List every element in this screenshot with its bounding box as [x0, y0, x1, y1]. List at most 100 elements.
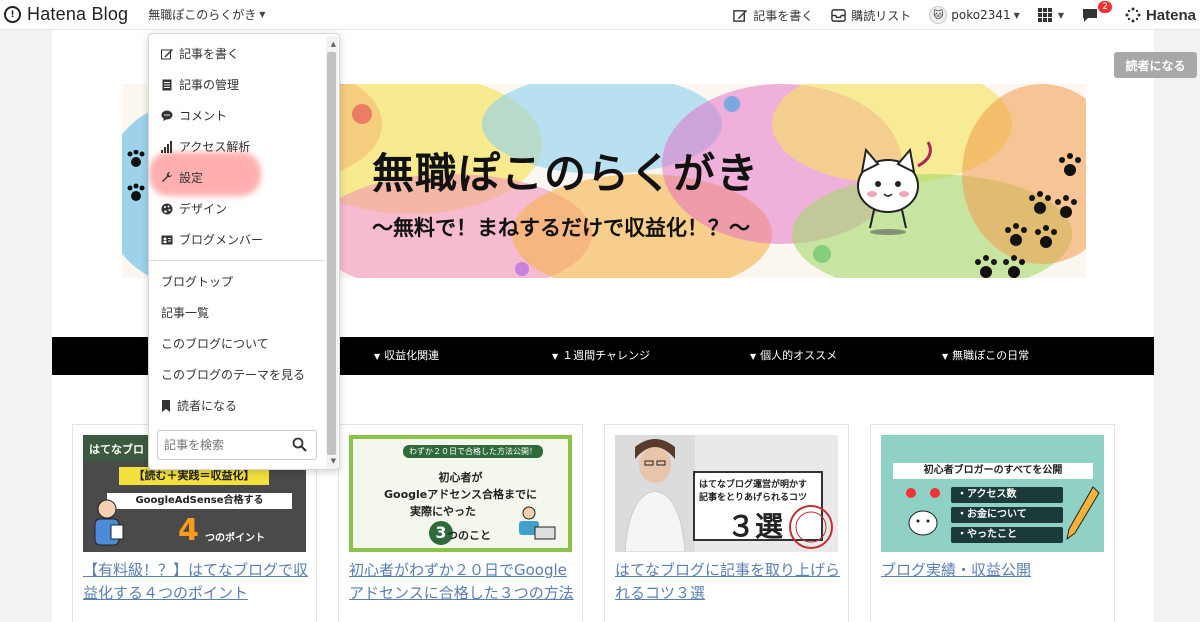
menu-item-access-analytics[interactable]: アクセス解析	[161, 136, 250, 158]
chevron-down-icon: ▼	[374, 352, 381, 361]
apps-menu[interactable]: ▼	[1037, 8, 1064, 22]
menu-item-label: アクセス解析	[179, 140, 251, 154]
featured-article-card[interactable]: 初心者ブロガーのすべてを公開 ・アクセス数 ・お金について ・やったこと ブログ…	[870, 424, 1115, 622]
article-title-link[interactable]: はてなブログに記事を取り上げられるコツ３選	[615, 559, 840, 605]
menu-item-label: 記事を書く	[179, 47, 240, 61]
hatena-link[interactable]: Hatena	[1125, 7, 1196, 24]
paw-prints-decoration	[975, 153, 1081, 278]
thumb-header: 初心者ブロガーのすべてを公開	[893, 463, 1093, 479]
category-label: 個人的オススメ	[760, 349, 838, 362]
menu-link-article-list[interactable]: 記事一覧	[161, 302, 209, 324]
article-thumbnail[interactable]: 初心者ブロガーのすべてを公開 ・アクセス数 ・お金について ・やったこと	[881, 435, 1104, 552]
blog-switcher-label: 無職ぽこのらくがき	[148, 8, 257, 22]
article-title-link[interactable]: 【有料級！？】はてなブログで収益化する４つのポイント	[83, 559, 308, 605]
user-menu[interactable]: 🐱 poko2341 ▼	[929, 6, 1020, 24]
search-icon[interactable]	[292, 437, 307, 452]
menu-divider	[149, 260, 325, 261]
username: poko2341	[951, 8, 1011, 22]
article-title-link[interactable]: 初心者がわずか２０日でGoogleアドセンスに合格した３つの方法	[349, 559, 574, 605]
menu-item-label: 記事の管理	[179, 78, 240, 92]
inbox-icon	[831, 8, 847, 22]
menu-item-write-article[interactable]: 記事を書く	[161, 43, 239, 65]
chevron-down-icon: ▼	[942, 352, 949, 361]
article-thumbnail[interactable]: はてなブログ運営が明かす 記事をとりあげられるコツ ３選	[615, 435, 838, 552]
subscriptions-label: 購読リスト	[851, 8, 912, 23]
person-illustration	[94, 499, 124, 546]
caret-down-icon: ▼	[1057, 10, 1064, 20]
thumb-line: 初心者が	[438, 471, 483, 484]
scroll-down-arrow-icon[interactable]: ▼	[331, 457, 336, 465]
thumb-item: ・お金について	[951, 507, 1063, 523]
menu-item-blog-members[interactable]: ブログメンバー	[161, 229, 263, 251]
woman-photo	[615, 435, 695, 552]
category-monetization[interactable]: ▼ 収益化関連	[374, 337, 439, 375]
blog-subtitle: 〜無料で！まねするだけで収益化！？〜	[372, 216, 750, 240]
menu-item-comments[interactable]: コメント	[161, 105, 227, 127]
thumb-line: はてなブログ運営が明かす	[699, 480, 808, 490]
menu-link-blog-theme[interactable]: このブログのテーマを見る	[161, 364, 305, 386]
wrench-icon	[162, 172, 173, 182]
chevron-down-icon: ▼	[750, 352, 757, 361]
caret-down-icon: ▼	[1013, 10, 1020, 20]
subscriptions-link[interactable]: 購読リスト	[831, 7, 911, 24]
category-daily-life[interactable]: ▼ 無職ぽこの日常	[942, 337, 1029, 375]
notification-count-badge: 2	[1098, 0, 1112, 13]
notification-bubble-icon	[1082, 8, 1097, 22]
menu-item-manage-articles[interactable]: 記事の管理	[161, 74, 239, 96]
caret-down-icon: ▼	[259, 10, 266, 19]
thumb-line: Googleアドセンス合格までに	[383, 488, 538, 501]
dropdown-scrollbar[interactable]: ▲ ▼	[326, 36, 338, 469]
cat-hearts-illustration	[906, 488, 940, 536]
scrollbar-thumb[interactable]	[327, 52, 336, 455]
hatena-label: Hatena	[1145, 6, 1196, 24]
thumb-tag: わずか２０日で合格した方法公開！	[403, 445, 543, 458]
article-thumbnail[interactable]: わずか２０日で合格した方法公開！ 初心者が Googleアドセンス合格までに 実…	[349, 435, 572, 552]
global-nav-right: 記事を書く 購読リスト 🐱 poko2341 ▼ ▼ 2 Hatena	[733, 0, 1200, 30]
hatena-dots-icon	[1125, 7, 1141, 23]
article-title-link[interactable]: ブログ実績・収益公開	[881, 559, 1106, 582]
top-secret-stamp-image	[789, 505, 833, 549]
blog-switcher[interactable]: 無職ぽこのらくがき ▼	[148, 6, 265, 23]
user-avatar: 🐱	[929, 6, 948, 24]
category-one-week-challenge[interactable]: ▼ １週間チャレンジ	[552, 337, 650, 375]
menu-item-label: デザイン	[179, 202, 228, 216]
document-icon	[162, 79, 172, 91]
featured-article-card[interactable]: はてなブログ運営が明かす 記事をとりあげられるコツ ３選 はてなブログに記事を取…	[604, 424, 849, 622]
write-article-label: 記事を書く	[753, 8, 814, 23]
blog-title: 無職ぽこのらくがき	[372, 149, 760, 198]
bookmark-icon	[162, 400, 170, 412]
palette-icon	[161, 203, 173, 215]
featured-article-card[interactable]: わずか２０日で合格した方法公開！ 初心者が Googleアドセンス合格までに 実…	[338, 424, 583, 622]
chevron-down-icon: ▼	[552, 352, 559, 361]
comment-icon	[161, 110, 173, 121]
write-article-link[interactable]: 記事を書く	[733, 7, 813, 24]
menu-item-design[interactable]: デザイン	[161, 198, 227, 220]
pencil-icon	[161, 49, 173, 60]
page: ! Hatena Blog 無職ぽこのらくがき ▼ 記事を書く 購読リスト 🐱 …	[0, 0, 1200, 622]
category-label: 無職ぽこの日常	[952, 349, 1030, 362]
apps-grid-icon	[1037, 8, 1052, 22]
category-label: 収益化関連	[384, 349, 440, 362]
pencil-illustration	[1066, 486, 1100, 541]
scroll-up-arrow-icon[interactable]: ▲	[331, 40, 336, 48]
thumb-item: ・アクセス数	[951, 487, 1063, 503]
hatena-logo-icon: !	[4, 6, 21, 23]
thumb-number: ３選	[727, 510, 784, 543]
pencil-square-icon	[733, 9, 748, 22]
thumb-suffix: つのポイント	[205, 533, 265, 544]
menu-item-label: コメント	[179, 109, 228, 123]
thumb-line: GoogleAdSense合格する	[107, 493, 292, 509]
members-icon	[161, 235, 173, 245]
menu-item-subscribe[interactable]: 読者になる	[161, 395, 237, 417]
thumb-item: ・やったこと	[951, 527, 1063, 543]
menu-item-label: 設定	[179, 171, 204, 185]
person-laptop-illustration	[519, 506, 556, 540]
menu-link-blog-top[interactable]: ブログトップ	[161, 271, 233, 293]
notifications-button[interactable]: 2	[1082, 0, 1112, 23]
category-recommendations[interactable]: ▼ 個人的オススメ	[750, 337, 837, 375]
hatena-blog-logo[interactable]: ! Hatena Blog	[4, 0, 128, 30]
subscribe-button[interactable]: 読者になる	[1114, 52, 1197, 78]
menu-link-about-blog[interactable]: このブログについて	[161, 333, 269, 355]
menu-item-settings[interactable]: 設定	[161, 167, 203, 189]
menu-item-label: 読者になる	[177, 399, 238, 413]
